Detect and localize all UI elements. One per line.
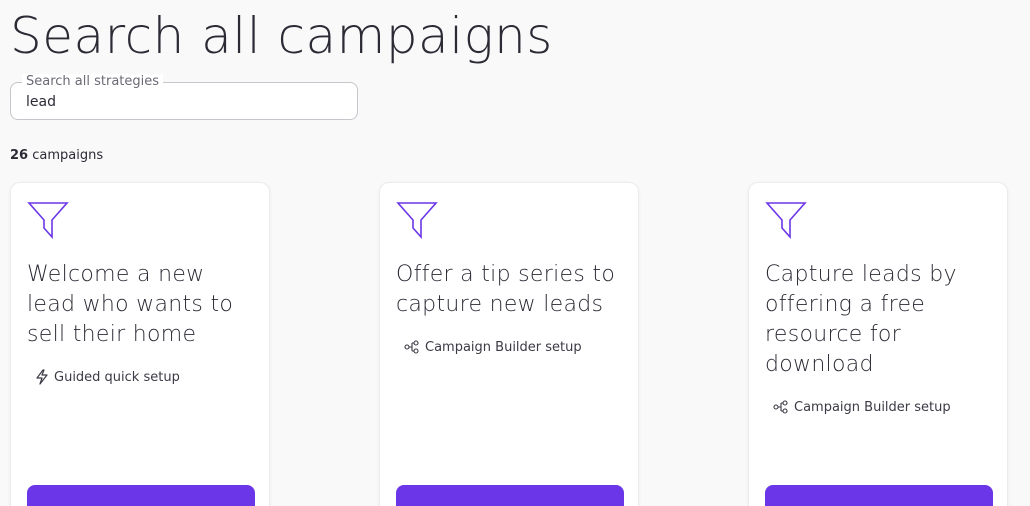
search-input[interactable]	[26, 92, 346, 112]
setup-label: Campaign Builder setup	[425, 339, 582, 355]
flow-icon	[404, 340, 419, 354]
lightning-icon	[36, 369, 48, 385]
campaign-card[interactable]: Offer a tip series to capture new leads …	[379, 182, 639, 506]
funnel-icon	[27, 202, 69, 239]
select-strategy-button[interactable]: Select strategy	[27, 485, 255, 506]
campaign-search-page: Search all campaigns Search all strategi…	[0, 0, 1030, 506]
setup-type: Campaign Builder setup	[773, 397, 951, 417]
card-title: Welcome a new lead who wants to sell the…	[27, 262, 234, 347]
result-count-number: 26	[10, 148, 29, 163]
search-field[interactable]: Search all strategies	[10, 74, 358, 120]
campaign-card[interactable]: Capture leads by offering a free resourc…	[748, 182, 1008, 506]
setup-label: Guided quick setup	[54, 369, 180, 385]
funnel-icon	[765, 202, 807, 239]
result-count: 26 campaigns	[10, 148, 103, 163]
funnel-icon	[396, 202, 438, 239]
setup-label: Campaign Builder setup	[794, 399, 951, 415]
card-title: Offer a tip series to capture new leads	[396, 262, 616, 317]
select-strategy-button[interactable]: Select strategy	[396, 485, 624, 506]
card-title: Capture leads by offering a free resourc…	[765, 262, 957, 377]
result-count-suffix: campaigns	[28, 148, 104, 163]
search-field-label: Search all strategies	[22, 74, 164, 90]
campaign-card[interactable]: Welcome a new lead who wants to sell the…	[10, 182, 270, 506]
setup-type: Guided quick setup	[35, 367, 180, 387]
page-title: Search all campaigns	[10, 7, 553, 65]
flow-icon	[773, 400, 788, 414]
setup-type: Campaign Builder setup	[404, 337, 582, 357]
select-strategy-button[interactable]: Select strategy	[765, 485, 993, 506]
